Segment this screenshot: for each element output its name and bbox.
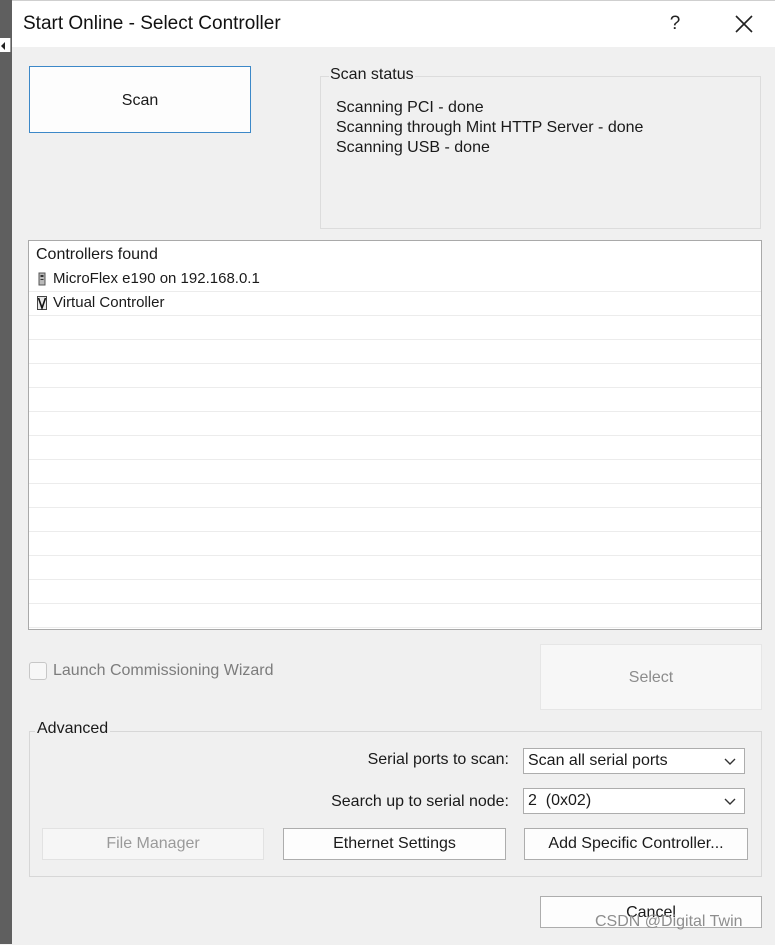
list-row-empty [29, 436, 761, 460]
list-row-empty [29, 484, 761, 508]
serial-node-select[interactable]: 2 (0x02) [523, 788, 745, 814]
watermark: CSDN @Digital Twin [595, 913, 743, 930]
status-line-pci: Scanning PCI - done [336, 99, 484, 116]
ethernet-settings-button[interactable]: Ethernet Settings [283, 828, 506, 860]
serial-node-label: Search up to serial node: [331, 793, 509, 810]
list-row-empty [29, 364, 761, 388]
list-row-empty [29, 460, 761, 484]
serial-ports-label: Serial ports to scan: [367, 751, 509, 768]
status-line-http: Scanning through Mint HTTP Server - done [336, 119, 644, 136]
launch-wizard-label: Launch Commissioning Wizard [53, 662, 274, 679]
scroll-arrow-icon [0, 38, 11, 52]
list-item[interactable]: Virtual Controller [29, 292, 761, 316]
close-button[interactable] [727, 9, 761, 39]
file-manager-button[interactable]: File Manager [42, 828, 264, 860]
serial-ports-value: Scan all serial ports [528, 752, 668, 769]
drive-icon [38, 272, 46, 286]
controllers-list-header: Controllers found [36, 246, 158, 263]
status-line-usb: Scanning USB - done [336, 139, 490, 156]
chevron-down-icon [724, 798, 736, 805]
close-icon [735, 15, 753, 33]
launch-wizard-checkbox[interactable] [29, 662, 47, 680]
controllers-list[interactable]: Controllers found MicroFlex e190 on 192.… [28, 240, 762, 630]
title-bar: Start Online - Select Controller ? [12, 1, 775, 47]
virtual-controller-icon [37, 296, 47, 310]
serial-ports-select[interactable]: Scan all serial ports [523, 748, 745, 774]
list-row-empty [29, 580, 761, 604]
background-window-edge [0, 0, 12, 944]
advanced-legend: Advanced [35, 720, 111, 738]
dialog-title: Start Online - Select Controller [23, 13, 281, 34]
list-row-empty [29, 388, 761, 412]
list-row-empty [29, 412, 761, 436]
dialog-window: Start Online - Select Controller ? Scan … [12, 0, 775, 945]
list-item[interactable]: MicroFlex e190 on 192.168.0.1 [29, 268, 761, 292]
select-button[interactable]: Select [540, 644, 762, 710]
help-button[interactable]: ? [660, 9, 690, 39]
list-row-empty [29, 340, 761, 364]
controllers-rows: MicroFlex e190 on 192.168.0.1 Virtual Co… [29, 268, 761, 628]
chevron-down-icon [724, 758, 736, 765]
scan-button[interactable]: Scan [29, 66, 251, 133]
list-row-empty [29, 316, 761, 340]
list-row-empty [29, 556, 761, 580]
list-row-empty [29, 532, 761, 556]
serial-node-value: 2 (0x02) [528, 792, 592, 809]
list-row-empty [29, 508, 761, 532]
scan-status-legend: Scan status [329, 66, 415, 84]
controller-label: MicroFlex e190 on 192.168.0.1 [53, 270, 260, 287]
controller-label: Virtual Controller [53, 294, 165, 311]
scan-status-text: Scanning PCI - done Scanning through Min… [336, 98, 643, 158]
list-row-empty [29, 604, 761, 628]
add-specific-controller-button[interactable]: Add Specific Controller... [524, 828, 748, 860]
